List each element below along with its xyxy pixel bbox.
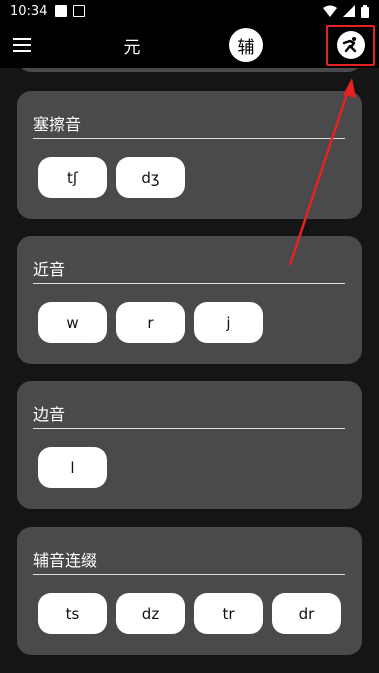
app-bar: 元 辅 [0, 22, 379, 68]
section-divider [33, 574, 345, 575]
phoneme-button[interactable]: r [116, 302, 185, 343]
section-card-laterals: 边音 l [17, 381, 362, 509]
highlight-box [326, 25, 375, 66]
phoneme-button[interactable]: ts [38, 593, 107, 634]
phoneme-button[interactable]: l [38, 447, 107, 488]
section-divider [33, 138, 345, 139]
consonant-list[interactable]: 塞擦音 tʃ dʒ 近音 w r j 边音 l 辅音连缀 ts dz tr dr [0, 68, 379, 673]
tab-consonant[interactable]: 辅 [229, 28, 263, 62]
tab-vowel[interactable]: 元 [115, 28, 149, 62]
section-card-clusters: 辅音连缀 ts dz tr dr [17, 527, 362, 655]
notification-icon [55, 5, 68, 17]
section-divider [33, 283, 345, 284]
app-notification-icon [73, 5, 86, 17]
phoneme-button[interactable]: dz [116, 593, 185, 634]
section-divider [33, 428, 345, 429]
battery-icon [361, 4, 369, 18]
section-title: 辅音连缀 [33, 551, 98, 570]
section-title: 近音 [33, 260, 66, 279]
section-title: 边音 [33, 405, 66, 424]
previous-card-edge [17, 68, 362, 72]
phoneme-button[interactable]: j [194, 302, 263, 343]
section-title: 塞擦音 [33, 115, 82, 134]
runner-icon[interactable] [337, 31, 365, 59]
status-time: 10:34 [10, 3, 48, 19]
phoneme-button[interactable]: tʃ [38, 157, 107, 198]
wifi-icon [323, 5, 337, 17]
status-bar: 10:34 [0, 0, 379, 22]
runner-glyph-icon [342, 37, 357, 53]
phoneme-button[interactable]: tr [194, 593, 263, 634]
section-card-affricates: 塞擦音 tʃ dʒ [17, 91, 362, 219]
phoneme-button[interactable]: dr [272, 593, 341, 634]
phoneme-button[interactable]: dʒ [116, 157, 185, 198]
signal-icon [343, 5, 355, 17]
menu-icon[interactable] [13, 37, 33, 53]
section-card-approximants: 近音 w r j [17, 236, 362, 364]
phoneme-button[interactable]: w [38, 302, 107, 343]
